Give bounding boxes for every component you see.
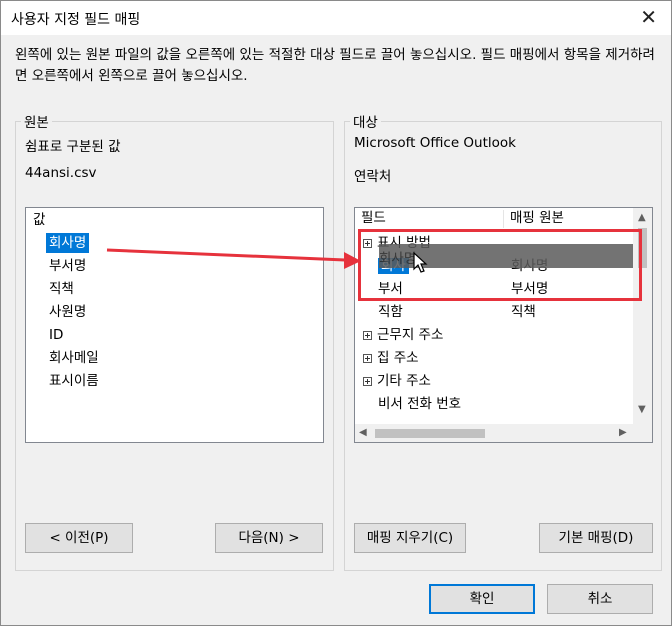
horizontal-scroll-thumb[interactable] (375, 429, 485, 438)
column-header-field-label: 필드 (361, 210, 386, 226)
cancel-button[interactable]: 취소 (547, 584, 653, 614)
window-title: 사용자 지정 필드 매핑 (11, 12, 141, 28)
column-header-field[interactable]: 필드 (355, 208, 503, 230)
source-values-list[interactable]: 값 회사명부서명직책사원명 ID 회사메일표시이름 (25, 207, 324, 443)
target-field-row[interactable]: 기타 주소 (363, 371, 431, 391)
mouse-cursor-icon (413, 252, 428, 273)
expand-plus-icon[interactable] (363, 353, 372, 363)
target-group-label: 대상 (350, 111, 381, 131)
source-group-label: 원본 (21, 111, 52, 131)
custom-field-mapping-dialog: 사용자 지정 필드 매핑 ✕ 왼쪽에 있는 원본 파일의 값을 오른쪽에 있는 … (0, 0, 672, 626)
target-app-name: Microsoft Office Outlook (354, 135, 516, 151)
scroll-up-icon[interactable]: ▲ (638, 212, 646, 223)
scroll-down-icon[interactable]: ▼ (638, 404, 646, 415)
close-icon[interactable]: ✕ (640, 5, 657, 29)
column-header-mapped-label: 매핑 원본 (510, 210, 564, 226)
target-field-row[interactable]: 비서 전화 번호 (378, 394, 461, 414)
target-field-label: 기타 주소 (377, 373, 431, 389)
expand-plus-icon[interactable] (363, 330, 372, 340)
target-folder-name: 연락처 (354, 169, 392, 185)
target-mapped-value: 직책 (511, 304, 536, 320)
annotation-highlight-box (358, 229, 642, 301)
expand-plus-icon[interactable] (363, 376, 372, 386)
target-field-row[interactable]: 집 주소 (363, 348, 419, 368)
target-field-label: 직함 (378, 304, 403, 320)
column-header-mapped-from[interactable]: 매핑 원본 (504, 208, 632, 230)
ok-button[interactable]: 확인 (429, 584, 535, 614)
source-list-item[interactable]: 직책 (49, 279, 74, 299)
target-field-label: 비서 전화 번호 (378, 396, 462, 412)
clear-mapping-button[interactable]: 매핑 지우기(C) (354, 523, 466, 553)
source-list-item[interactable]: 부서명 (49, 256, 86, 276)
source-list-header: 값 (33, 212, 46, 228)
scroll-left-icon[interactable]: ◀ (359, 427, 367, 438)
next-button[interactable]: 다음(N) > (215, 523, 323, 553)
title-bar: 사용자 지정 필드 매핑 ✕ (1, 1, 671, 35)
source-list-item[interactable]: 표시이름 (49, 371, 99, 391)
source-type-label: 쉼표로 구분된 값 (25, 139, 121, 155)
horizontal-scrollbar[interactable]: ◀ ▶ (355, 424, 652, 442)
source-list-item[interactable]: 회사메일 (49, 348, 99, 368)
source-list-item[interactable]: 회사명 (46, 233, 90, 253)
source-list-item[interactable]: 사원명 (49, 302, 86, 322)
target-field-row[interactable]: 직함 (378, 302, 403, 322)
default-mapping-button[interactable]: 기본 매핑(D) (539, 523, 653, 553)
source-list-item[interactable]: ID (49, 325, 63, 345)
target-field-row[interactable]: 근무지 주소 (363, 325, 443, 345)
source-file-name: 44ansi.csv (25, 165, 97, 181)
instructions-text: 왼쪽에 있는 원본 파일의 값을 오른쪽에 있는 적절한 대상 필드로 끌어 놓… (15, 47, 655, 84)
target-field-label: 집 주소 (377, 350, 419, 366)
prev-button[interactable]: < 이전(P) (25, 523, 133, 553)
target-field-label: 근무지 주소 (377, 327, 444, 343)
scroll-right-icon[interactable]: ▶ (619, 427, 627, 438)
